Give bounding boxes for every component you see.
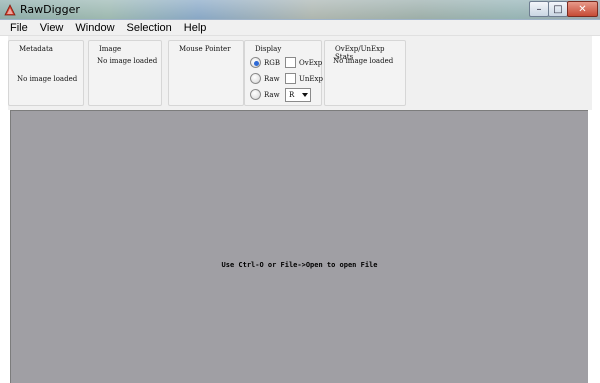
menu-help[interactable]: Help [178, 20, 213, 36]
raw-label: Raw [264, 75, 280, 83]
unexp-checkbox[interactable] [285, 73, 296, 84]
channel-select[interactable]: R [285, 88, 311, 102]
channel-select-value: R [289, 91, 295, 99]
maximize-icon: □ [553, 3, 563, 15]
menu-bar: File View Window Selection Help [0, 20, 600, 36]
metadata-title: Metadata [17, 45, 55, 53]
image-status: No image loaded [97, 57, 158, 65]
image-title: Image [97, 45, 124, 53]
metadata-status: No image loaded [17, 75, 78, 83]
menu-window[interactable]: Window [69, 20, 120, 36]
ovexp-stats-status: No image loaded [333, 57, 394, 65]
ovexp-checkbox[interactable] [285, 57, 296, 68]
close-button[interactable]: ✕ [567, 1, 598, 17]
minimize-icon: – [536, 3, 542, 15]
minimize-button[interactable]: – [529, 1, 549, 17]
display-group: Display RGB Raw Raw OvExp UnExp R [244, 40, 323, 106]
ovexp-stats-group: OvExp/UnExp Stats No image loaded [324, 40, 406, 106]
chevron-down-icon [302, 93, 308, 97]
window-title: RawDigger [20, 3, 80, 16]
unexp-label: UnExp [299, 75, 323, 83]
display-title: Display [253, 45, 284, 53]
rgb-radio[interactable] [250, 57, 261, 68]
rgb-label: RGB [264, 59, 281, 67]
raw-channel-label: Raw [264, 91, 280, 99]
mouse-pointer-title: Mouse Pointer [177, 45, 233, 53]
raw-channel-radio[interactable] [250, 89, 261, 100]
menu-selection[interactable]: Selection [121, 20, 178, 36]
rawdigger-triangle-icon [4, 4, 16, 16]
image-viewer[interactable]: Use Ctrl-O or File->Open to open File [10, 110, 588, 383]
raw-radio[interactable] [250, 73, 261, 84]
title-bar[interactable]: RawDigger – □ ✕ [0, 0, 600, 20]
maximize-button[interactable]: □ [548, 1, 568, 17]
info-panel-area: Metadata No image loaded Image No image … [8, 36, 592, 110]
viewer-hint: Use Ctrl-O or File->Open to open File [221, 261, 378, 269]
image-group: Image No image loaded [88, 40, 162, 106]
mouse-pointer-group: Mouse Pointer [168, 40, 244, 106]
ovexp-label: OvExp [299, 59, 323, 67]
menu-view[interactable]: View [34, 20, 70, 36]
metadata-group: Metadata No image loaded [8, 40, 84, 106]
menu-file[interactable]: File [4, 20, 34, 36]
close-icon: ✕ [578, 3, 587, 15]
